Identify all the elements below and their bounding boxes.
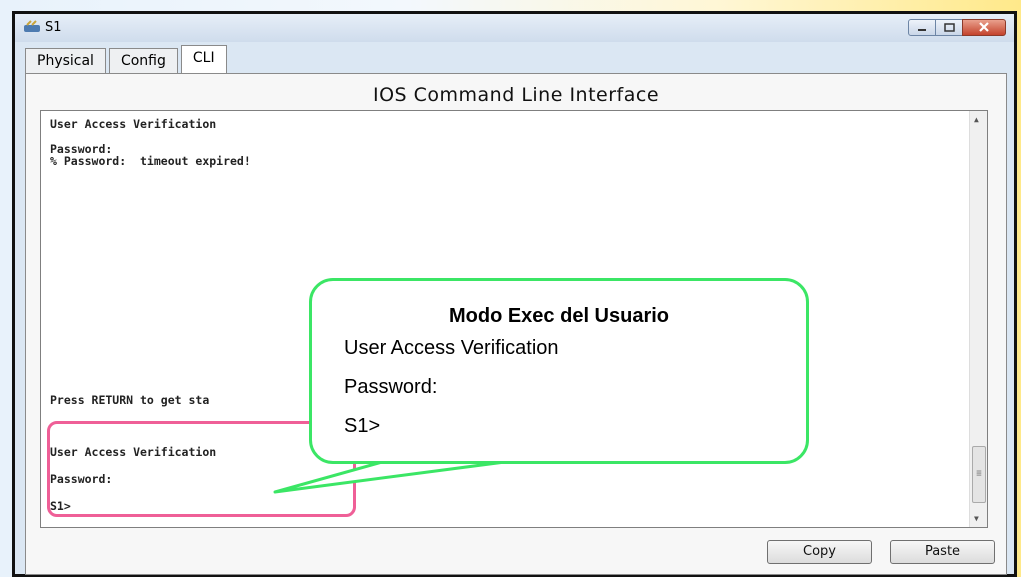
terminal-line: User Access Verification — [50, 117, 217, 131]
terminal-line: % Password: timeout expired! — [50, 154, 251, 168]
callout-title: Modo Exec del Usuario — [448, 305, 670, 327]
scroll-down-icon[interactable]: ▼ — [974, 514, 979, 523]
switch-icon — [24, 20, 40, 32]
tab-config[interactable]: Config — [108, 48, 178, 74]
terminal-line: Press RETURN to get sta — [50, 393, 210, 407]
tab-bar: Physical Config CLI — [25, 45, 230, 75]
minimize-icon — [918, 29, 926, 31]
copy-button[interactable]: Copy — [767, 540, 872, 564]
scroll-up-icon[interactable]: ▲ — [974, 115, 979, 124]
scroll-thumb[interactable]: ≡ — [972, 446, 986, 503]
tab-cli[interactable]: CLI — [180, 45, 227, 75]
maximize-icon — [944, 23, 955, 32]
terminal-scrollbar[interactable]: ▲ ≡ ▼ — [969, 111, 987, 527]
minimize-button[interactable] — [908, 19, 936, 36]
paste-button[interactable]: Paste — [890, 540, 995, 564]
close-button[interactable] — [962, 19, 1006, 36]
callout-line: S1> — [344, 415, 381, 437]
callout-line: Password: — [344, 376, 438, 398]
close-icon — [979, 22, 989, 32]
tab-physical[interactable]: Physical — [25, 48, 106, 74]
annotation-callout: Modo Exec del Usuario User Access Verifi… — [309, 278, 809, 464]
window-title: S1 — [45, 20, 62, 35]
panel-title: IOS Command Line Interface — [372, 84, 660, 106]
maximize-button[interactable] — [935, 19, 963, 36]
title-bar[interactable]: S1 — [15, 14, 1014, 42]
callout-line: User Access Verification — [344, 337, 559, 359]
